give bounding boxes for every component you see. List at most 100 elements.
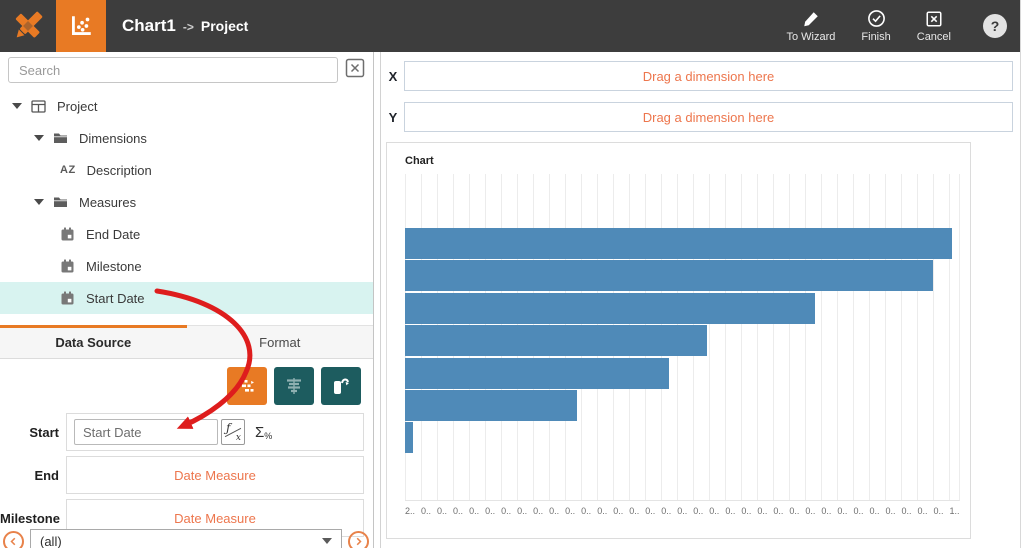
chart-plot-area (405, 174, 960, 501)
close-square-icon (925, 10, 943, 28)
tornado-subtype-button[interactable] (274, 367, 314, 405)
help-button[interactable]: ? (983, 14, 1007, 38)
x-axis-tick-label: 0.. (661, 506, 671, 516)
end-field-label: End (0, 468, 66, 483)
tree-item-label: Project (57, 99, 97, 114)
x-axis-tick-label: 0.. (837, 506, 847, 516)
next-filter-button[interactable] (348, 531, 369, 548)
x-dropzone-row: X Drag a dimension here (382, 61, 1013, 91)
x-axis-tick-label: 0.. (709, 506, 719, 516)
x-axis-tick-label: 0.. (437, 506, 447, 516)
x-axis-tick-label: 0.. (453, 506, 463, 516)
finish-button[interactable]: Finish (861, 9, 890, 43)
filter-row: (all) (0, 525, 374, 548)
formula-button[interactable]: ƒ x (221, 419, 245, 445)
sidebar: Project Dimensions AZ Description (0, 52, 374, 548)
chart-bar (405, 358, 669, 389)
tree-item-measures[interactable]: Measures (0, 186, 373, 218)
active-tab-indicator (0, 325, 187, 328)
filter-dropdown[interactable]: (all) (30, 529, 342, 548)
flip-page-icon (330, 375, 352, 397)
x-axis-tick-label: 0.. (693, 506, 703, 516)
fx-sub: x (236, 433, 241, 443)
x-axis-tick-label: 0.. (853, 506, 863, 516)
tree-item-dimensions[interactable]: Dimensions (0, 122, 373, 154)
check-circle-icon (867, 9, 886, 28)
chart-bar (405, 390, 577, 421)
tree-item-start-date[interactable]: Start Date (0, 282, 373, 314)
x-axis-tick-label: 0.. (918, 506, 928, 516)
aggregation-sigma-button[interactable]: Σ% (255, 424, 272, 441)
cancel-label: Cancel (917, 31, 951, 43)
tab-label: Data Source (55, 335, 131, 350)
table-icon (31, 100, 46, 113)
to-wizard-label: To Wizard (787, 31, 836, 43)
x-axis-tick-label: 0.. (421, 506, 431, 516)
tree-item-end-date[interactable]: End Date (0, 218, 373, 250)
x-axis-tick-label: 0.. (757, 506, 767, 516)
x-axis-tick-label: 0.. (741, 506, 751, 516)
chart-canvas-panel: X Drag a dimension here Y Drag a dimensi… (382, 52, 1021, 548)
y-dimension-dropzone[interactable]: Drag a dimension here (404, 102, 1013, 132)
top-bar: Chart1 -> Project To Wizard Finish (0, 0, 1021, 52)
end-field-dropzone[interactable]: Date Measure (66, 456, 364, 494)
tab-format[interactable]: Format (187, 326, 374, 358)
start-measure-input[interactable] (74, 419, 218, 445)
tree-item-project[interactable]: Project (0, 90, 373, 122)
panel-splitter[interactable] (378, 52, 381, 548)
breadcrumb: Chart1 -> Project (122, 16, 248, 36)
calendar-icon (60, 259, 75, 274)
x-dropzone-placeholder: Drag a dimension here (643, 69, 775, 84)
crossed-tools-logo-icon (9, 7, 47, 45)
tree-item-description[interactable]: AZ Description (0, 154, 373, 186)
x-axis-label: X (382, 69, 404, 84)
chart-title: Chart (405, 155, 434, 167)
milestone-field-label: Milestone (0, 511, 66, 526)
x-axis-tick-label: 0.. (597, 506, 607, 516)
page-title: Chart1 (122, 16, 176, 36)
scatter-chart-icon (68, 13, 94, 39)
app-logo[interactable] (0, 7, 56, 45)
folder-icon (53, 196, 68, 208)
tab-data-source[interactable]: Data Source (0, 326, 187, 358)
rotate-chart-button[interactable] (321, 367, 361, 405)
chart-type-tile[interactable] (56, 0, 106, 52)
caret-down-icon[interactable] (12, 103, 22, 109)
caret-down-icon[interactable] (34, 199, 44, 205)
x-axis-ticks: 2.. 0.. 0.. 0.. 0.. 0.. 0.. 0.. 0.. 0.. 0.. 0.. 0.. 0… (405, 506, 960, 516)
close-panel-icon[interactable] (345, 58, 365, 78)
tree-item-label: Start Date (86, 291, 145, 306)
chart-bar (405, 422, 413, 453)
x-axis-tick-label: 0.. (677, 506, 687, 516)
start-field-label: Start (0, 425, 66, 440)
caret-down-icon[interactable] (34, 135, 44, 141)
calendar-icon (60, 227, 75, 242)
sidebar-tabs: Data Source Format (0, 325, 373, 359)
tab-label: Format (259, 335, 300, 350)
prev-filter-button[interactable] (3, 531, 24, 548)
gantt-flow-subtype-button[interactable] (227, 367, 267, 405)
x-axis-tick-label: 0.. (565, 506, 575, 516)
centered-bars-icon (283, 375, 305, 397)
milestone-field-placeholder: Date Measure (174, 511, 256, 526)
app-root: Chart1 -> Project To Wizard Finish (0, 0, 1021, 548)
x-dimension-dropzone[interactable]: Drag a dimension here (404, 61, 1013, 91)
search-input[interactable] (8, 57, 338, 83)
x-axis-tick-label: 0.. (821, 506, 831, 516)
chart-bar (405, 325, 707, 356)
tree-item-milestone[interactable]: Milestone (0, 250, 373, 282)
x-axis-tick-label: 0.. (773, 506, 783, 516)
search-row (0, 52, 373, 90)
x-axis-tick-label: 0.. (613, 506, 623, 516)
tree-item-label: Description (87, 163, 152, 178)
x-axis-tick-label: 0.. (885, 506, 895, 516)
chart-subtype-toolbar (0, 359, 373, 413)
to-wizard-button[interactable]: To Wizard (787, 10, 836, 43)
start-field-box[interactable]: ƒ x Σ% (66, 413, 364, 451)
x-axis-tick-label: 0.. (517, 506, 527, 516)
cancel-button[interactable]: Cancel (917, 10, 951, 43)
y-dropzone-placeholder: Drag a dimension here (643, 110, 775, 125)
x-axis-tick-label: 2.. (405, 506, 415, 516)
x-axis-tick-label: 0.. (869, 506, 879, 516)
end-field-placeholder: Date Measure (174, 468, 256, 483)
